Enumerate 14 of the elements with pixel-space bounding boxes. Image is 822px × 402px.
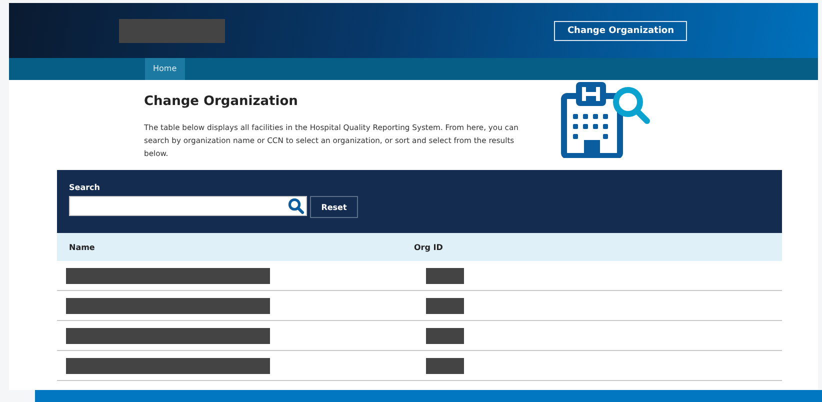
- column-header[interactable]: Name: [69, 242, 414, 252]
- redacted-cell: [426, 268, 464, 284]
- search-label: Search: [69, 183, 101, 192]
- change-organization-button[interactable]: Change Organization: [554, 20, 687, 40]
- reset-button[interactable]: Reset: [310, 196, 358, 218]
- column-header[interactable]: Org ID: [414, 242, 443, 252]
- redacted-cell: [426, 298, 464, 314]
- search-icon[interactable]: [288, 198, 304, 214]
- hospital-search-icon: [560, 82, 652, 158]
- search-field[interactable]: [69, 196, 307, 216]
- page-title: Change Organization: [144, 94, 299, 109]
- nav-tab[interactable]: Home: [145, 58, 185, 80]
- redacted-cell: [426, 328, 464, 344]
- redacted-cell: [426, 358, 464, 374]
